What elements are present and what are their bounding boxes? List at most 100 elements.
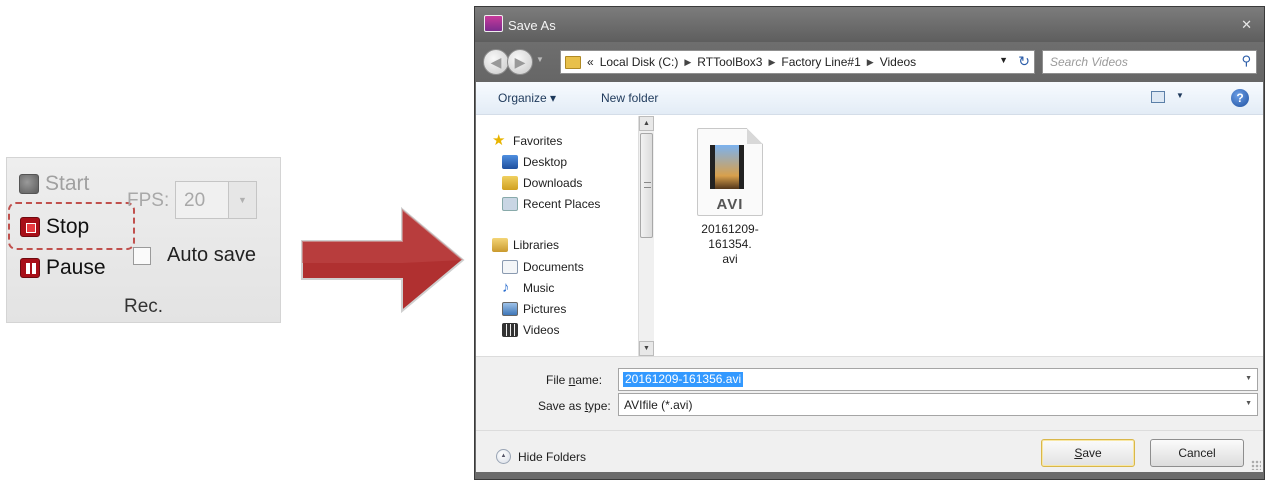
documents-icon [502,260,518,274]
rec-ribbon-group: Start Stop Pause FPS: 20 ▼ Auto save Rec… [6,157,281,323]
scroll-thumb[interactable] [640,133,653,238]
nav-item-favorites[interactable]: ★ Favorites [492,132,563,149]
stop-label: Stop [46,215,90,238]
save-button[interactable]: Save [1041,439,1135,467]
chevron-down-icon[interactable]: ▼ [1245,400,1252,407]
chevron-down-icon[interactable]: ▼ [999,55,1008,65]
autosave-toggle[interactable]: Auto save [133,244,256,267]
nav-label: Music [523,281,555,295]
nav-item-desktop[interactable]: Desktop [502,155,567,169]
search-input[interactable]: Search Videos ⚲ [1042,50,1257,74]
dialog-title: Save As [508,18,556,33]
nav-label: Pictures [523,302,567,316]
nav-label: Videos [523,323,560,337]
nav-item-pictures[interactable]: Pictures [502,302,566,316]
nav-label: Downloads [523,176,583,190]
stop-button[interactable]: Stop [20,215,89,239]
cancel-button[interactable]: Cancel [1150,439,1244,467]
autosave-label: Auto save [167,244,256,266]
close-icon[interactable]: ✕ [1241,17,1252,33]
file-list: AVI 20161209-161354. avi [656,116,1263,356]
downloads-icon [502,176,518,190]
breadcrumb-factory-line[interactable]: Factory Line#1 [781,55,860,69]
save-type-label: Save as type: [538,399,611,413]
nav-label: Desktop [523,155,568,169]
fps-value: 20 [184,190,206,211]
scroll-up-icon[interactable]: ▲ [639,116,654,131]
autosave-checkbox[interactable] [133,246,151,265]
chevron-right-icon[interactable]: ▶ [768,57,775,68]
start-label: Start [45,172,90,195]
nav-label: Favorites [513,134,563,148]
star-icon: ★ [492,132,506,149]
save-fields: File name: 20161209-161356.avi ▼ Save as… [476,356,1263,430]
resize-grip-icon[interactable] [1251,460,1261,470]
videos-icon [502,323,518,337]
nav-item-recent-places[interactable]: Recent Places [502,197,600,211]
file-name-field[interactable]: 20161209-161356.avi ▼ [618,368,1258,391]
search-placeholder: Search Videos [1050,55,1128,69]
hide-folders-label: Hide Folders [518,449,587,464]
nav-scrollbar[interactable]: ▲ ▼ [638,116,654,356]
file-name-text: 20161209-161354. avi [701,222,759,266]
dialog-body: Organize ▾ New folder ▼ ? ★ Favorites De… [476,82,1263,472]
app-icon [484,15,503,32]
fps-label: FPS: [127,190,170,211]
chevron-right-icon[interactable]: ▶ [867,57,874,68]
chevron-right-icon[interactable]: ▶ [684,57,691,68]
save-type-value: AVIfile (*.avi) [624,398,693,412]
change-view-icon[interactable] [1151,91,1165,103]
recent-pages-chevron-icon[interactable]: ▼ [536,55,544,64]
pictures-icon [502,302,518,316]
breadcrumb-local-disk[interactable]: Local Disk (C:) [600,55,679,69]
file-name-label: File name: [546,373,603,387]
desktop-icon [502,155,518,169]
pause-label: Pause [46,256,106,279]
navigation-pane: ★ Favorites Desktop Downloads Recent Pla… [476,116,654,384]
search-icon[interactable]: ⚲ [1241,53,1251,69]
folder-icon [565,55,581,69]
hide-folders-button[interactable]: ▲ Hide Folders [496,449,586,464]
recent-places-icon [502,197,518,211]
command-bar: Organize ▾ New folder ▼ ? [476,82,1263,115]
stop-icon [20,217,40,237]
chevron-up-icon: ▲ [496,449,511,464]
music-icon: ♪ [502,279,510,296]
address-bar-row: ◀ ▶ ▼ « Local Disk (C:) ▶ RTToolBox3 ▶ F… [475,42,1264,82]
start-button[interactable]: Start [19,172,89,196]
file-item[interactable]: AVI 20161209-161354. avi [680,128,780,267]
fps-select[interactable]: 20 ▼ [175,181,257,219]
scroll-down-icon[interactable]: ▼ [639,341,654,356]
nav-item-documents[interactable]: Documents [502,260,584,274]
save-as-dialog: Save As ✕ ◀ ▶ ▼ « Local Disk (C:) ▶ RTTo… [474,6,1265,480]
group-label: Rec. [124,296,164,317]
new-folder-button[interactable]: New folder [601,91,658,105]
button-bar: ▲ Hide Folders Save Cancel [476,430,1263,472]
title-bar: Save As ✕ [475,7,1264,42]
back-arrow-icon[interactable]: ◀ [483,49,509,75]
address-bar[interactable]: « Local Disk (C:) ▶ RTToolBox3 ▶ Factory… [560,50,1035,74]
nav-item-music[interactable]: ♪ Music [502,279,555,296]
breadcrumb-videos[interactable]: Videos [880,55,916,69]
chevron-down-icon[interactable]: ▼ [1245,375,1252,382]
nav-label: Documents [523,260,584,274]
file-ext-badge: AVI [716,196,744,213]
chevron-down-icon[interactable]: ▼ [1176,91,1184,100]
pause-button[interactable]: Pause [20,256,106,280]
breadcrumb-rttoolbox3[interactable]: RTToolBox3 [697,55,762,69]
record-start-icon [19,174,39,194]
help-icon[interactable]: ? [1231,89,1249,107]
breadcrumb-overflow[interactable]: « [587,55,594,69]
forward-arrow-icon[interactable]: ▶ [507,49,533,75]
nav-label: Libraries [513,238,560,252]
pause-icon [20,258,40,278]
chevron-down-icon[interactable]: ▼ [228,182,256,218]
libraries-icon [492,238,508,252]
save-type-select[interactable]: AVIfile (*.avi) ▼ [618,393,1258,416]
nav-item-downloads[interactable]: Downloads [502,176,582,190]
organize-menu[interactable]: Organize ▾ [498,91,556,105]
refresh-icon[interactable]: ↻ [1018,53,1030,70]
nav-item-libraries[interactable]: Libraries [492,238,559,252]
nav-item-videos[interactable]: Videos [502,323,559,337]
file-name-value: 20161209-161356.avi [623,372,744,387]
